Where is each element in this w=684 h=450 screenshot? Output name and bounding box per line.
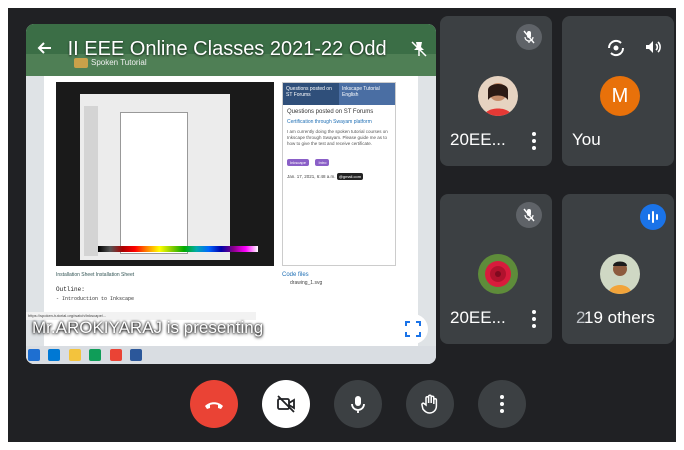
self-tile[interactable]: M You xyxy=(562,16,674,166)
code-file-item[interactable]: drawing_1.svg xyxy=(290,280,396,286)
more-vert-icon[interactable] xyxy=(532,132,536,150)
switch-camera-icon[interactable] xyxy=(606,38,626,63)
page-lower-content: Installation Sheet Installation Sheet Ou… xyxy=(56,272,274,302)
meet-window: Spoken Tutorial Questions posted on ST F… xyxy=(8,8,676,442)
presentation-tile[interactable]: Spoken Tutorial Questions posted on ST F… xyxy=(26,24,436,364)
edge-icon xyxy=(48,349,61,361)
code-files-heading[interactable]: Code files xyxy=(282,272,396,278)
mic-off-icon xyxy=(516,24,542,50)
avatar xyxy=(478,76,518,116)
pin-off-icon[interactable] xyxy=(410,40,428,58)
drawing-canvas xyxy=(120,112,188,254)
others-tile[interactable]: 2 19 others xyxy=(562,194,674,344)
forum-tab-questions[interactable]: Questions posted on ST Forums xyxy=(283,83,339,105)
outline-item: - Introduction to Inkscape xyxy=(56,296,135,302)
chrome-icon xyxy=(109,349,122,361)
app-icon xyxy=(89,349,102,361)
forum-tag: Inkscape xyxy=(287,159,310,166)
others-count: 19 others xyxy=(584,308,655,327)
mic-icon xyxy=(351,396,365,413)
call-end-icon xyxy=(205,402,223,409)
hangup-button[interactable] xyxy=(190,380,238,428)
forum-question-link[interactable]: Certification through Swayam platform xyxy=(283,117,395,127)
mic-off-icon xyxy=(516,202,542,228)
fullscreen-icon[interactable] xyxy=(398,314,428,344)
tool-palette xyxy=(84,106,98,256)
call-controls xyxy=(8,378,676,434)
outline-heading: Outline: xyxy=(56,286,85,293)
forum-meta: Jan. 17, 2021, 6:48 a.m. @gmail.com xyxy=(287,173,364,180)
raise-hand-icon xyxy=(421,394,438,414)
meeting-title: II EEE Online Classes 2021-22 Odd xyxy=(36,38,387,61)
color-palette xyxy=(98,246,258,252)
participant-name: 20EE... xyxy=(450,308,506,327)
raise-hand-button[interactable] xyxy=(406,380,454,428)
forum-panel: Questions posted on ST Forums Inkscape T… xyxy=(282,82,396,266)
participant-tile[interactable]: 20EE... xyxy=(440,194,552,344)
tutorial-video[interactable] xyxy=(56,82,274,266)
participant-tile[interactable]: 20EE... xyxy=(440,16,552,166)
participant-name: You xyxy=(572,130,601,149)
forum-tab-inkscape[interactable]: Inkscape Tutorial English xyxy=(339,83,395,105)
camera-toggle-button[interactable] xyxy=(262,380,310,428)
avatar xyxy=(600,254,640,294)
avatar xyxy=(478,254,518,294)
presenter-banner: Mr.AROKIYARAJ is presenting xyxy=(32,318,264,337)
shared-screen: Spoken Tutorial Questions posted on ST F… xyxy=(26,24,436,364)
folder-icon xyxy=(68,349,81,361)
more-vert-icon[interactable] xyxy=(532,310,536,328)
forum-heading: Questions posted on ST Forums xyxy=(287,109,374,115)
start-icon xyxy=(28,349,40,361)
inkscape-window xyxy=(80,94,258,260)
word-icon xyxy=(130,349,143,361)
code-files: Code files drawing_1.svg xyxy=(282,272,396,286)
installation-links[interactable]: Installation Sheet Installation Sheet xyxy=(56,272,274,278)
forum-question-body: I am currently doing the spoken tutorial… xyxy=(287,129,388,146)
arrow-left-icon[interactable] xyxy=(36,38,58,60)
forum-tag: Intro xyxy=(315,159,330,166)
camera-off-icon xyxy=(277,395,295,413)
avatar: M xyxy=(600,76,640,116)
windows-taskbar xyxy=(26,346,436,364)
more-options-button[interactable] xyxy=(478,380,526,428)
participant-name: 20EE... xyxy=(450,130,506,149)
forum-email: @gmail.com xyxy=(336,173,364,180)
more-vert-icon xyxy=(500,395,504,413)
mic-toggle-button[interactable] xyxy=(334,380,382,428)
volume-icon[interactable] xyxy=(644,38,662,63)
audio-level-icon xyxy=(640,204,666,230)
